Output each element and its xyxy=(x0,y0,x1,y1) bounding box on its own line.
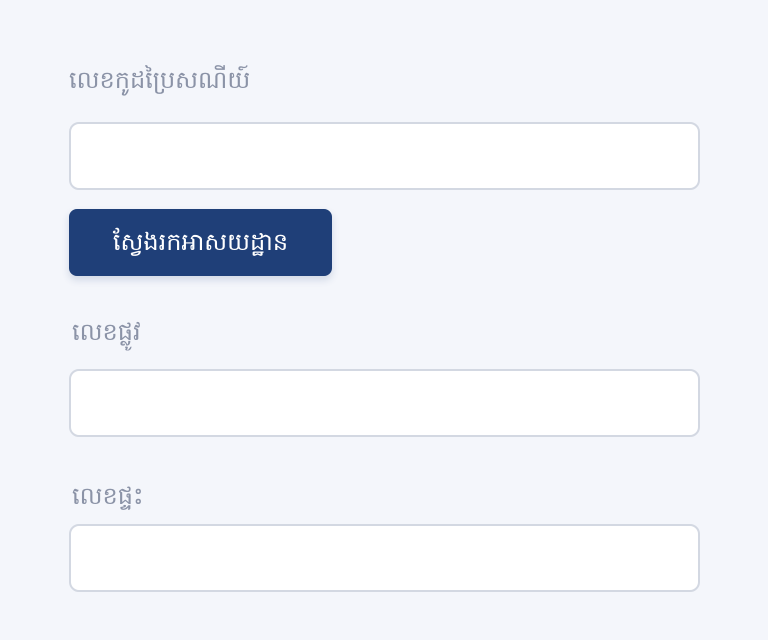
house-number-input[interactable] xyxy=(69,524,700,592)
street-number-input[interactable] xyxy=(69,369,700,437)
postal-code-label: លេខកូដប្រៃសណីយ៍ xyxy=(69,66,251,94)
street-number-label: លេខផ្លូវ xyxy=(72,318,141,346)
postal-code-input[interactable] xyxy=(69,122,700,190)
find-address-button[interactable]: ស្វែងរកអាសយដ្ឋាន xyxy=(69,209,332,276)
house-number-label: លេខផ្ទះ xyxy=(72,482,144,510)
address-lookup-form: លេខកូដប្រៃសណីយ៍ ស្វែងរកអាសយដ្ឋាន លេខផ្លូ… xyxy=(0,0,768,640)
